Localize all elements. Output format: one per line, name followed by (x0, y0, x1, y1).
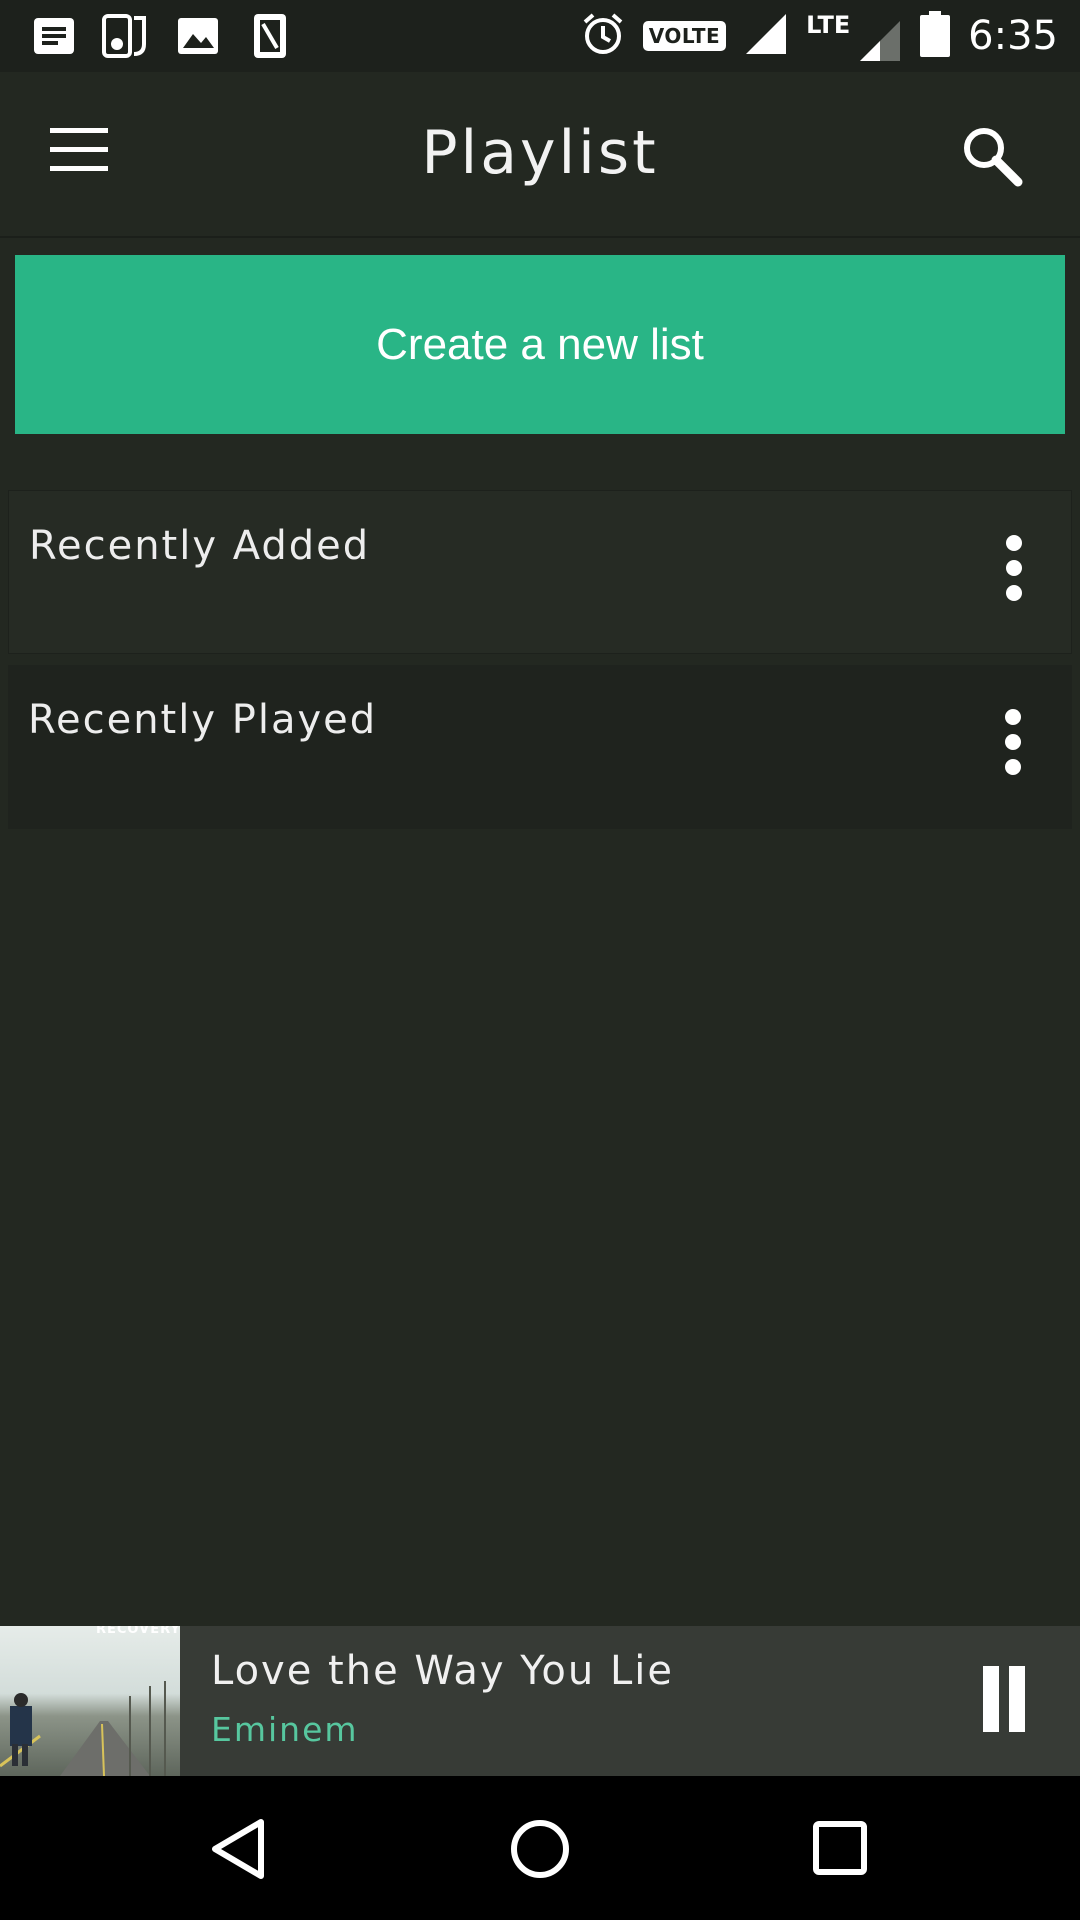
notification-doc-icon (30, 12, 78, 60)
more-options-icon[interactable] (998, 709, 1028, 789)
playlist-item-recently-added[interactable]: Recently Added (8, 490, 1072, 654)
back-icon[interactable] (205, 1814, 275, 1884)
playlist-item-label: Recently Played (28, 697, 378, 743)
sim-card-icon (246, 12, 294, 60)
playlist-item-label: Recently Added (29, 523, 371, 569)
now-playing-artist: Eminem (211, 1710, 359, 1749)
music-player-icon (102, 12, 150, 60)
battery-icon (920, 11, 951, 61)
signal-secondary-icon (860, 21, 901, 61)
home-icon[interactable] (505, 1814, 575, 1884)
network-type-label: LTE (806, 11, 851, 39)
page-title: Playlist (421, 118, 659, 188)
volte-badge: VOLTE (642, 21, 727, 51)
status-bar: VOLTE LTE 6:35 (0, 0, 1080, 72)
navigation-bar (0, 1776, 1080, 1920)
image-icon (174, 12, 222, 60)
now-playing-bar[interactable]: RECOVERY Love the Way You Lie Eminem (0, 1626, 1080, 1776)
create-new-list-button[interactable]: Create a new list (15, 255, 1065, 434)
album-art[interactable]: RECOVERY (0, 1626, 180, 1776)
more-options-icon[interactable] (999, 535, 1029, 615)
alarm-icon (581, 12, 625, 60)
pause-icon[interactable] (980, 1666, 1030, 1736)
recents-icon[interactable] (806, 1814, 876, 1884)
signal-icon (744, 12, 788, 60)
notification-icons (30, 12, 294, 60)
playlist-item-recently-played[interactable]: Recently Played (8, 665, 1072, 829)
clock: 6:35 (968, 13, 1058, 59)
now-playing-title: Love the Way You Lie (211, 1648, 674, 1694)
search-icon[interactable] (960, 124, 1030, 194)
app-bar: Playlist (0, 72, 1080, 238)
